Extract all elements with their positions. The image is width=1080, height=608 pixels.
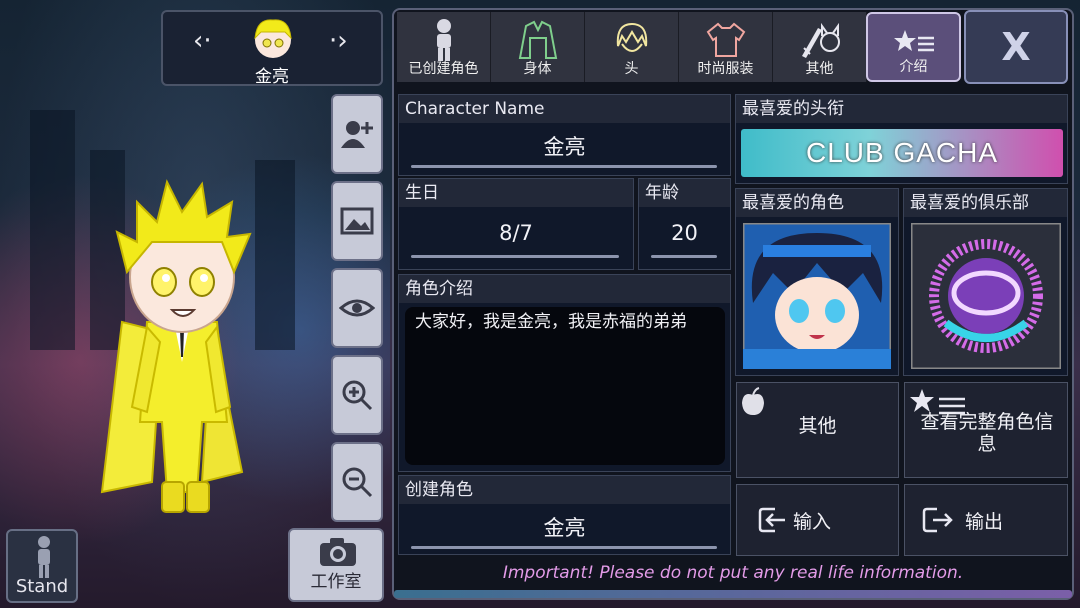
import-label: 输入: [793, 511, 832, 533]
other-label: 其他: [798, 415, 837, 437]
add-user-icon: [341, 121, 373, 148]
view-full-info-button[interactable]: 查看完整角色信息: [904, 382, 1068, 478]
tab-other[interactable]: 其他: [773, 12, 867, 82]
favorite-title-box: 最喜爱的头衔 CLUB GACHA: [735, 94, 1068, 184]
character-name-header: Character Name: [399, 95, 730, 123]
underline: [411, 546, 717, 549]
character-preview[interactable]: [92, 172, 272, 522]
background-button[interactable]: [331, 181, 383, 261]
other-button[interactable]: 其他: [736, 382, 899, 478]
tab-created-characters[interactable]: 已创建角色: [397, 12, 491, 82]
creator-box: 创建角色 金亮: [398, 475, 731, 555]
character-avatar: [254, 19, 292, 58]
next-arrow-icon[interactable]: ·›: [329, 26, 348, 56]
favorite-club-header: 最喜爱的俱乐部: [904, 189, 1067, 217]
tab-intro[interactable]: 介绍: [866, 12, 961, 82]
favorite-character-header: 最喜爱的角色: [736, 189, 898, 217]
mannequin-icon: [38, 536, 50, 578]
zoom-in-button[interactable]: [331, 355, 383, 435]
import-button[interactable]: 输入: [736, 484, 899, 556]
jacket-icon: [518, 20, 557, 59]
club-gacha-banner[interactable]: CLUB GACHA: [741, 129, 1063, 177]
banner-text: CLUB GACHA: [805, 137, 999, 168]
add-character-button[interactable]: [331, 94, 383, 174]
favorite-character-box: 最喜爱的角色: [735, 188, 899, 376]
sword-cat-icon: [801, 22, 840, 58]
favorite-club-emblem[interactable]: [911, 223, 1061, 369]
character-name-box: Character Name 金亮: [398, 94, 731, 176]
age-input[interactable]: 20: [639, 221, 730, 245]
intro-header: 角色介绍: [399, 275, 730, 303]
import-icon: [758, 507, 785, 533]
character-name-input[interactable]: 金亮: [399, 131, 730, 161]
age-box: 年龄 20: [638, 178, 731, 270]
stand-label: Stand: [15, 576, 69, 597]
export-label: 输出: [965, 511, 1004, 533]
birthday-input[interactable]: 8/7: [399, 221, 633, 245]
tab-head[interactable]: 头: [585, 12, 679, 82]
underline: [411, 255, 619, 258]
export-button[interactable]: 输出: [904, 484, 1068, 556]
eye-icon: [339, 299, 375, 317]
birthday-header: 生日: [399, 179, 633, 207]
intro-textarea[interactable]: 大家好，我是金亮，我是赤福的弟弟: [405, 307, 725, 465]
view-full-info-label: 查看完整角色信息: [920, 411, 1054, 455]
zoom-out-button[interactable]: [331, 442, 383, 522]
intro-box: 角色介绍 大家好，我是金亮，我是赤福的弟弟: [398, 274, 731, 472]
visibility-button[interactable]: [331, 268, 383, 348]
creator-input[interactable]: 金亮: [399, 512, 730, 542]
camera-icon: [320, 538, 356, 566]
close-button[interactable]: X: [964, 10, 1068, 84]
footer-bar: [394, 590, 1072, 598]
underline: [651, 255, 717, 258]
tab-fashion[interactable]: 时尚服装: [679, 12, 773, 82]
shirt-icon: [706, 22, 745, 57]
selector-character-name: 金亮: [255, 67, 289, 87]
zoom-out-icon: [342, 467, 373, 498]
favorite-club-box: 最喜爱的俱乐部: [903, 188, 1068, 376]
previous-arrow-icon[interactable]: ‹·: [193, 26, 212, 56]
export-icon: [922, 507, 953, 533]
tab-body[interactable]: 身体: [491, 12, 585, 82]
image-icon: [340, 207, 374, 235]
studio-label: 工作室: [310, 572, 362, 592]
mannequin-icon: [436, 19, 451, 61]
favorite-character-portrait[interactable]: [743, 223, 891, 369]
background-building: [30, 110, 75, 350]
privacy-warning: Important! Please do not put any real li…: [502, 563, 964, 583]
favorite-title-header: 最喜爱的头衔: [736, 95, 1067, 123]
hair-icon: [616, 22, 647, 52]
age-header: 年龄: [639, 179, 730, 207]
birthday-box: 生日 8/7: [398, 178, 634, 270]
stand-pose-button[interactable]: Stand: [6, 529, 78, 603]
studio-button[interactable]: 工作室: [288, 528, 384, 602]
creator-header: 创建角色: [399, 476, 730, 504]
character-selector: ‹· ·› 金亮: [161, 10, 383, 87]
underline: [411, 165, 717, 168]
zoom-in-icon: [342, 380, 373, 411]
